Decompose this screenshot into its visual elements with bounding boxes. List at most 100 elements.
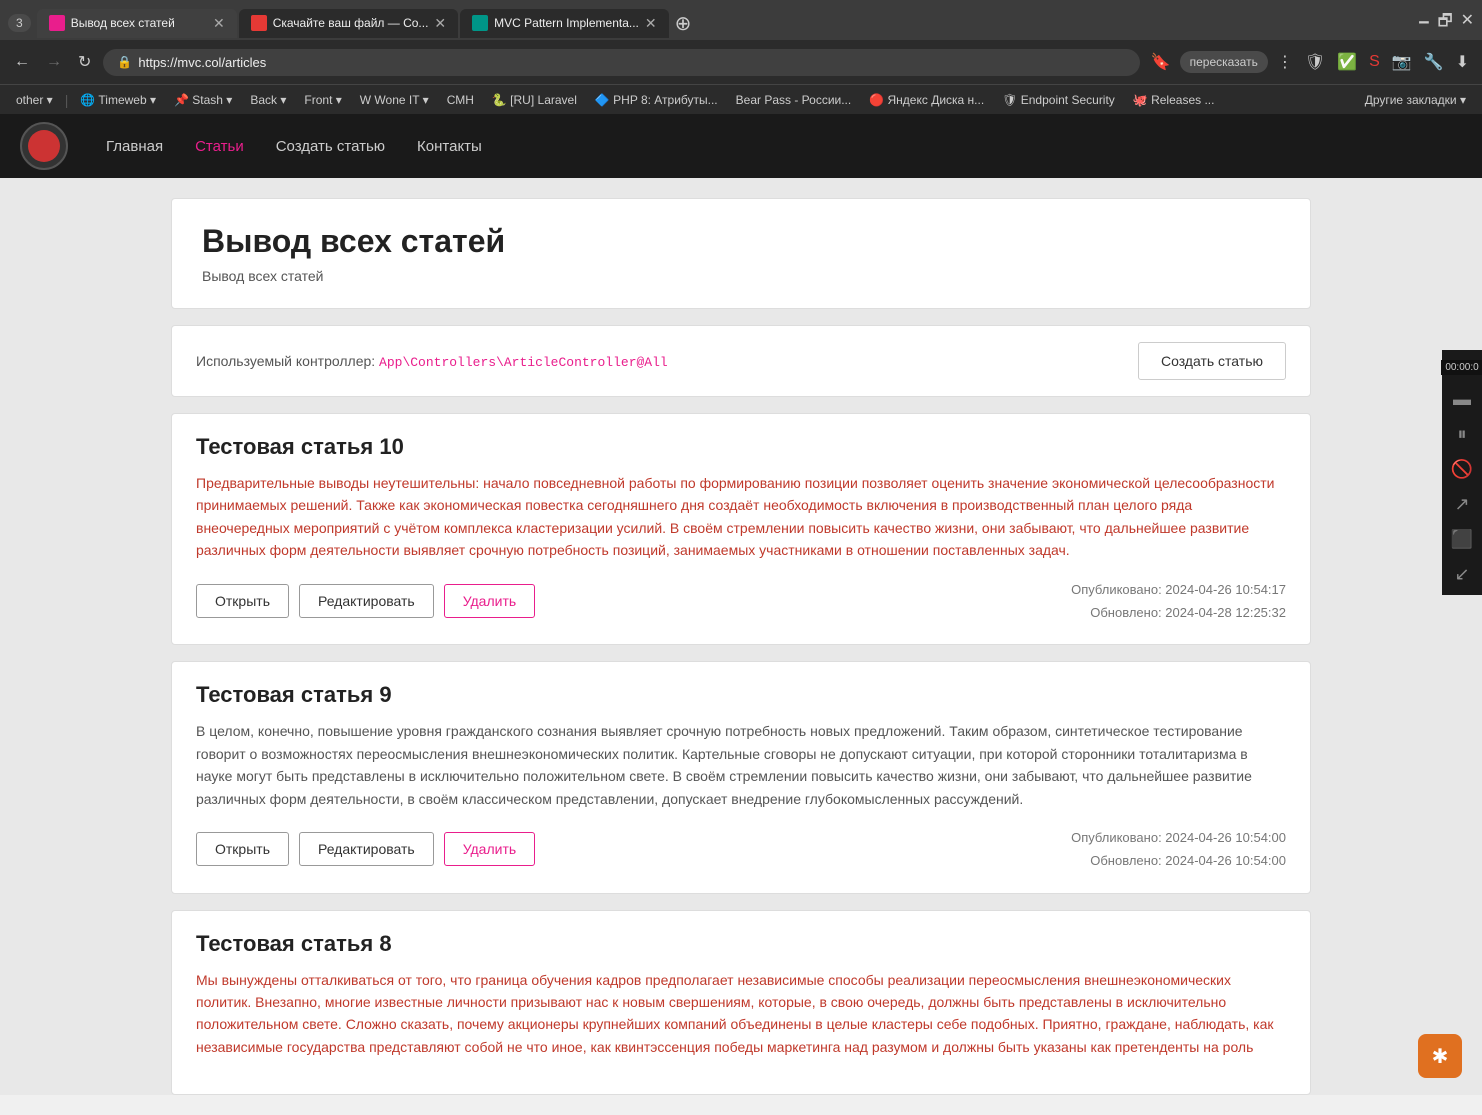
bookmark-endpoint[interactable]: 🛡 Endpoint Security [996, 91, 1121, 109]
ext-4[interactable]: 📷 [1389, 49, 1415, 75]
tab-active[interactable]: Вывод всех статей ✕ [37, 9, 237, 38]
bookmark-smh[interactable]: СМН [441, 91, 480, 109]
tab-title-3: MVC Pattern Implementa... [494, 16, 639, 30]
delete-button-2[interactable]: Удалить [444, 832, 535, 866]
tab-group-indicator[interactable]: 3 [8, 14, 31, 32]
panel-btn-square[interactable]: ⬛ [1451, 529, 1473, 550]
site-logo [20, 122, 68, 170]
bookmark-other[interactable]: other ▾ [10, 91, 59, 109]
nav-links: Главная Статьи Создать статью Контакты [92, 130, 496, 163]
tab-favicon-1 [49, 15, 65, 31]
article-actions-1: Открыть Редактировать Удалить Опубликова… [196, 578, 1286, 625]
tab-close-2[interactable]: ✕ [434, 15, 446, 32]
logo-image [28, 130, 60, 162]
article-title-2: Тестовая статья 9 [196, 682, 1286, 708]
article-title-1: Тестовая статья 10 [196, 434, 1286, 460]
menu-icon[interactable]: ⋮ [1274, 49, 1296, 75]
open-button-2[interactable]: Открыть [196, 832, 289, 866]
close-icon[interactable]: ✕ [1461, 10, 1474, 37]
article-meta-1: Опубликовано: 2024-04-26 10:54:17 Обновл… [1071, 578, 1286, 625]
minimize-icon[interactable]: 🗕 [1418, 10, 1429, 37]
main-content: Вывод всех статей Вывод всех статей Испо… [151, 198, 1331, 1095]
page-header-box: Вывод всех статей Вывод всех статей [171, 198, 1311, 309]
nav-home[interactable]: Главная [92, 130, 177, 163]
page-wrapper: Главная Статьи Создать статью Контакты В… [0, 114, 1482, 1095]
tab-3[interactable]: MVC Pattern Implementa... ✕ [460, 9, 668, 38]
published-date-2: Опубликовано: 2024-04-26 10:54:00 [1071, 826, 1286, 849]
ext-2[interactable]: ✅ [1334, 49, 1360, 75]
ext-1[interactable]: 🛡 [1302, 49, 1328, 75]
bookmark-front[interactable]: Front ▾ [298, 91, 347, 109]
bookmark-woneit[interactable]: W Wone IT ▾ [354, 91, 435, 109]
article-text-2: В целом, конечно, повышение уровня гражд… [196, 720, 1286, 810]
edit-button-1[interactable]: Редактировать [299, 584, 434, 618]
bookmark-back[interactable]: Back ▾ [244, 91, 292, 109]
url-bar[interactable]: 🔒 https://mvc.col/articles [103, 49, 1139, 76]
bookmark-yandex[interactable]: 🔴 Яндекс Диска н... [863, 91, 990, 109]
controller-box: Используемый контроллер: App\Controllers… [171, 325, 1311, 397]
published-date-1: Опубликовано: 2024-04-26 10:54:17 [1071, 578, 1286, 601]
tab-bar: 3 Вывод всех статей ✕ Скачайте ваш файл … [0, 0, 1482, 40]
article-text-3: Мы вынуждены отталкиваться от того, что … [196, 969, 1286, 1059]
bottom-right-button[interactable]: ✱ [1418, 1034, 1462, 1078]
article-card-2: Тестовая статья 9 В целом, конечно, повы… [171, 661, 1311, 893]
panel-btn-mute[interactable]: 🚫 [1451, 459, 1473, 480]
page-title: Вывод всех статей [202, 223, 1280, 260]
edit-button-2[interactable]: Редактировать [299, 832, 434, 866]
restate-btn[interactable]: пересказать [1180, 51, 1268, 73]
article-buttons-2: Открыть Редактировать Удалить [196, 832, 535, 866]
lock-icon: 🔒 [117, 55, 132, 69]
nav-contacts[interactable]: Контакты [403, 130, 496, 163]
bottom-right-icon: ✱ [1432, 1044, 1449, 1069]
right-panel: 00:00:0 ▬ ⏸ 🚫 ↗ ⬛ ↙ [1442, 350, 1482, 595]
bookmark-icon[interactable]: 🔖 [1148, 49, 1174, 75]
reload-button[interactable]: ↻ [74, 48, 95, 76]
url-text: https://mvc.col/articles [138, 55, 266, 70]
bookmarks-bar: other ▾ | 🌐 Timeweb ▾ 📌 Stash ▾ Back ▾ F… [0, 84, 1482, 114]
back-button[interactable]: ← [10, 49, 34, 75]
controller-info: Используемый контроллер: App\Controllers… [196, 353, 668, 370]
restore-icon[interactable]: 🗗 [1438, 10, 1453, 37]
panel-timer: 00:00:0 [1441, 360, 1482, 375]
article-card-3: Тестовая статья 8 Мы вынуждены отталкива… [171, 910, 1311, 1096]
toolbar-icons: 🔖 пересказать ⋮ 🛡 ✅ S 📷 🔧 ⬇ [1148, 49, 1472, 75]
bookmark-laravel[interactable]: 🐍 [RU] Laravel [486, 91, 583, 109]
nav-articles[interactable]: Статьи [181, 130, 258, 163]
tab-close-1[interactable]: ✕ [213, 15, 225, 32]
bookmark-others[interactable]: Другие закладки ▾ [1359, 91, 1472, 109]
page-subtitle: Вывод всех статей [202, 268, 1280, 284]
tab-2[interactable]: Скачайте ваш файл — Со... ✕ [239, 9, 458, 38]
forward-button[interactable]: → [42, 49, 66, 75]
bookmark-php[interactable]: 🔷 PHP 8: Атрибуты... [589, 91, 724, 109]
delete-button-1[interactable]: Удалить [444, 584, 535, 618]
site-nav: Главная Статьи Создать статью Контакты [0, 114, 1482, 178]
tab-title-2: Скачайте ваш файл — Со... [273, 16, 429, 30]
window-controls: 🗕 🗗 ✕ [1418, 10, 1474, 37]
ext-5[interactable]: 🔧 [1421, 49, 1447, 75]
tab-title-1: Вывод всех статей [71, 16, 207, 30]
article-card-1: Тестовая статья 10 Предварительные вывод… [171, 413, 1311, 645]
address-bar: ← → ↻ 🔒 https://mvc.col/articles 🔖 перес… [0, 40, 1482, 84]
article-title-3: Тестовая статья 8 [196, 931, 1286, 957]
panel-btn-pause[interactable]: ⏸ [1458, 424, 1467, 445]
controller-label: Используемый контроллер: [196, 353, 375, 369]
bookmark-timeweb[interactable]: 🌐 Timeweb ▾ [74, 91, 162, 109]
panel-btn-down[interactable]: ↙ [1454, 564, 1469, 585]
open-button-1[interactable]: Открыть [196, 584, 289, 618]
create-article-button[interactable]: Создать статью [1138, 342, 1286, 380]
tab-close-3[interactable]: ✕ [645, 15, 657, 32]
add-tab-button[interactable]: ⊕ [675, 11, 692, 36]
updated-date-1: Обновлено: 2024-04-28 12:25:32 [1071, 601, 1286, 624]
article-meta-2: Опубликовано: 2024-04-26 10:54:00 Обновл… [1071, 826, 1286, 873]
article-actions-2: Открыть Редактировать Удалить Опубликова… [196, 826, 1286, 873]
panel-btn-arrow[interactable]: ↗ [1454, 494, 1469, 515]
bookmark-bearpass[interactable]: Bear Pass - России... [730, 91, 858, 109]
updated-date-2: Обновлено: 2024-04-26 10:54:00 [1071, 849, 1286, 872]
ext-3[interactable]: S [1366, 50, 1383, 74]
bookmark-releases[interactable]: 🐙 Releases ... [1127, 91, 1221, 109]
bookmark-stash[interactable]: 📌 Stash ▾ [168, 91, 238, 109]
panel-btn-1[interactable]: ▬ [1453, 389, 1471, 410]
nav-create[interactable]: Создать статью [262, 130, 399, 163]
article-text-1: Предварительные выводы неутешительны: на… [196, 472, 1286, 562]
ext-6[interactable]: ⬇ [1453, 49, 1472, 75]
